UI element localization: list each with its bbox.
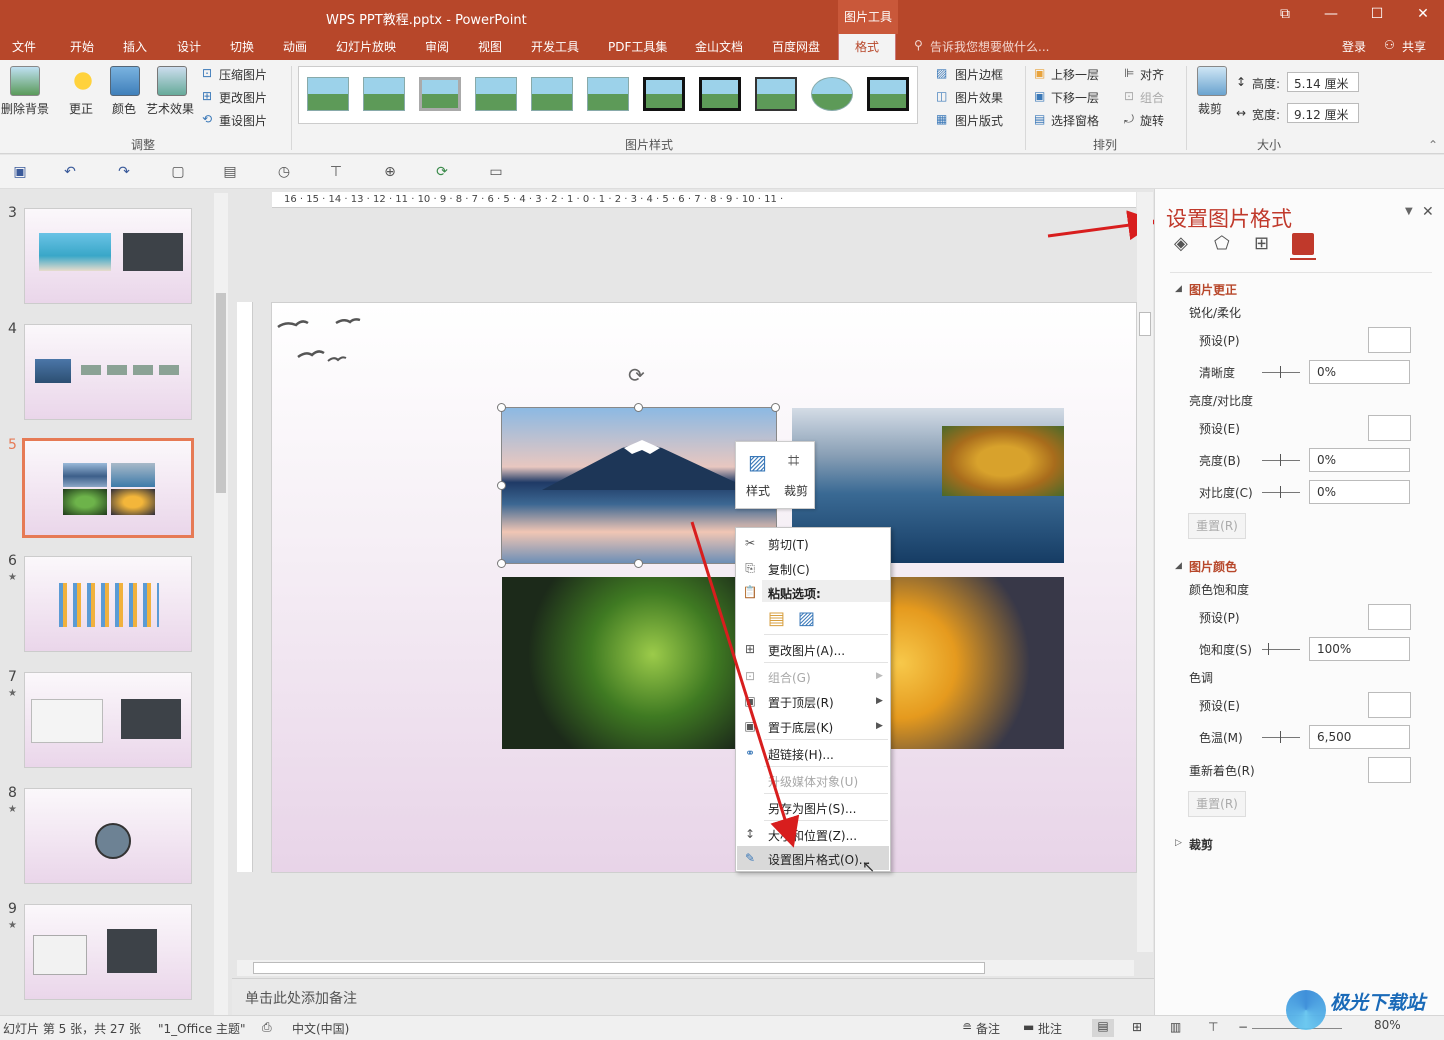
brightness-contrast-label: 亮度/对比度 (1189, 394, 1254, 408)
section-picture-color[interactable]: 图片颜色 (1189, 558, 1237, 575)
notes-toggle[interactable]: 备注 (976, 1020, 1000, 1037)
status-bar: 幻灯片 第 5 张，共 27 张 "1_Office 主题" ⎙ 中文(中国) … (0, 1015, 1444, 1040)
size-properties-icon[interactable]: ⊞ (1254, 233, 1269, 254)
pane-options-icon[interactable]: ▼ (1405, 206, 1413, 217)
recolor-label: 重新着色(R) (1189, 764, 1255, 778)
picture-icon[interactable] (1292, 233, 1314, 255)
temperature-slider[interactable] (1262, 731, 1300, 743)
sharpness-input[interactable]: 0% (1309, 360, 1410, 384)
fill-line-icon[interactable]: ◈ (1174, 233, 1188, 254)
color-reset-button[interactable]: 重置(R) (1188, 791, 1246, 817)
bc-preset-dropdown[interactable] (1368, 415, 1411, 441)
brightness-input[interactable]: 0% (1309, 448, 1410, 472)
spellcheck-icon[interactable]: ⎙ (262, 1020, 272, 1035)
zoom-level[interactable]: 80% (1374, 1018, 1401, 1032)
sharpen-preset-dropdown[interactable] (1368, 327, 1411, 353)
notes-placeholder: 单击此处添加备注 (245, 991, 357, 1007)
sharpness-label: 清晰度 (1199, 366, 1236, 380)
saturation-preset-dropdown[interactable] (1368, 604, 1411, 630)
tone-preset-dropdown[interactable] (1368, 692, 1411, 718)
sorter-view-icon[interactable]: ⊞ (1132, 1020, 1142, 1034)
saturation-label: 饱和度(S) (1199, 643, 1252, 657)
recolor-dropdown[interactable] (1368, 757, 1411, 783)
saturation-input[interactable]: 100% (1309, 637, 1410, 661)
theme-name: "1_Office 主题" (158, 1022, 246, 1036)
notes-icon: ≘ (962, 1020, 973, 1034)
contrast-input[interactable]: 0% (1309, 480, 1410, 504)
sharpness-slider[interactable] (1262, 366, 1300, 378)
slide-count: 幻灯片 第 5 张，共 27 张 (3, 1022, 141, 1036)
brightness-label: 亮度(B) (1199, 454, 1241, 468)
watermark-logo (1286, 990, 1326, 1030)
section-crop[interactable]: 裁剪 (1189, 836, 1213, 853)
saturation-preset-label: 预设(P) (1199, 611, 1240, 625)
watermark-text: 极光下载站 (1330, 992, 1426, 1014)
comments-toggle[interactable]: 批注 (1038, 1020, 1062, 1037)
temperature-input[interactable]: 6,500 (1309, 725, 1410, 749)
normal-view-icon[interactable]: ▤ (1092, 1019, 1114, 1037)
contrast-label: 对比度(C) (1199, 486, 1253, 500)
bc-preset-label: 预设(E) (1199, 422, 1240, 436)
editor-vertical-scrollbar[interactable] (1137, 192, 1153, 952)
reading-view-icon[interactable]: ▥ (1170, 1020, 1181, 1034)
comments-icon: ▬ (1023, 1020, 1035, 1034)
section-picture-corrections[interactable]: 图片更正 (1189, 281, 1237, 298)
tone-preset-label: 预设(E) (1199, 699, 1240, 713)
effects-icon[interactable]: ⬠ (1214, 233, 1230, 254)
sharpen-preset-label: 预设(P) (1199, 334, 1240, 348)
saturation-slider[interactable] (1262, 643, 1300, 655)
sharpen-soften-label: 锐化/柔化 (1189, 306, 1242, 320)
contrast-slider[interactable] (1262, 486, 1300, 498)
pane-close-icon[interactable]: ✕ (1422, 204, 1434, 220)
saturation-heading: 颜色饱和度 (1189, 583, 1250, 597)
notes-area[interactable]: 单击此处添加备注 (232, 978, 1154, 1015)
zoom-out-icon[interactable]: − (1238, 1020, 1248, 1034)
corrections-reset-button[interactable]: 重置(R) (1188, 513, 1246, 539)
pane-title: 设置图片格式 (1166, 207, 1292, 231)
brightness-slider[interactable] (1262, 454, 1300, 466)
editor-horizontal-scrollbar[interactable] (237, 960, 1134, 976)
language[interactable]: 中文(中国) (292, 1020, 349, 1037)
slideshow-view-icon[interactable]: ⊤ (1208, 1020, 1218, 1034)
tone-heading: 色调 (1189, 671, 1214, 685)
temperature-label: 色温(M) (1199, 731, 1243, 745)
